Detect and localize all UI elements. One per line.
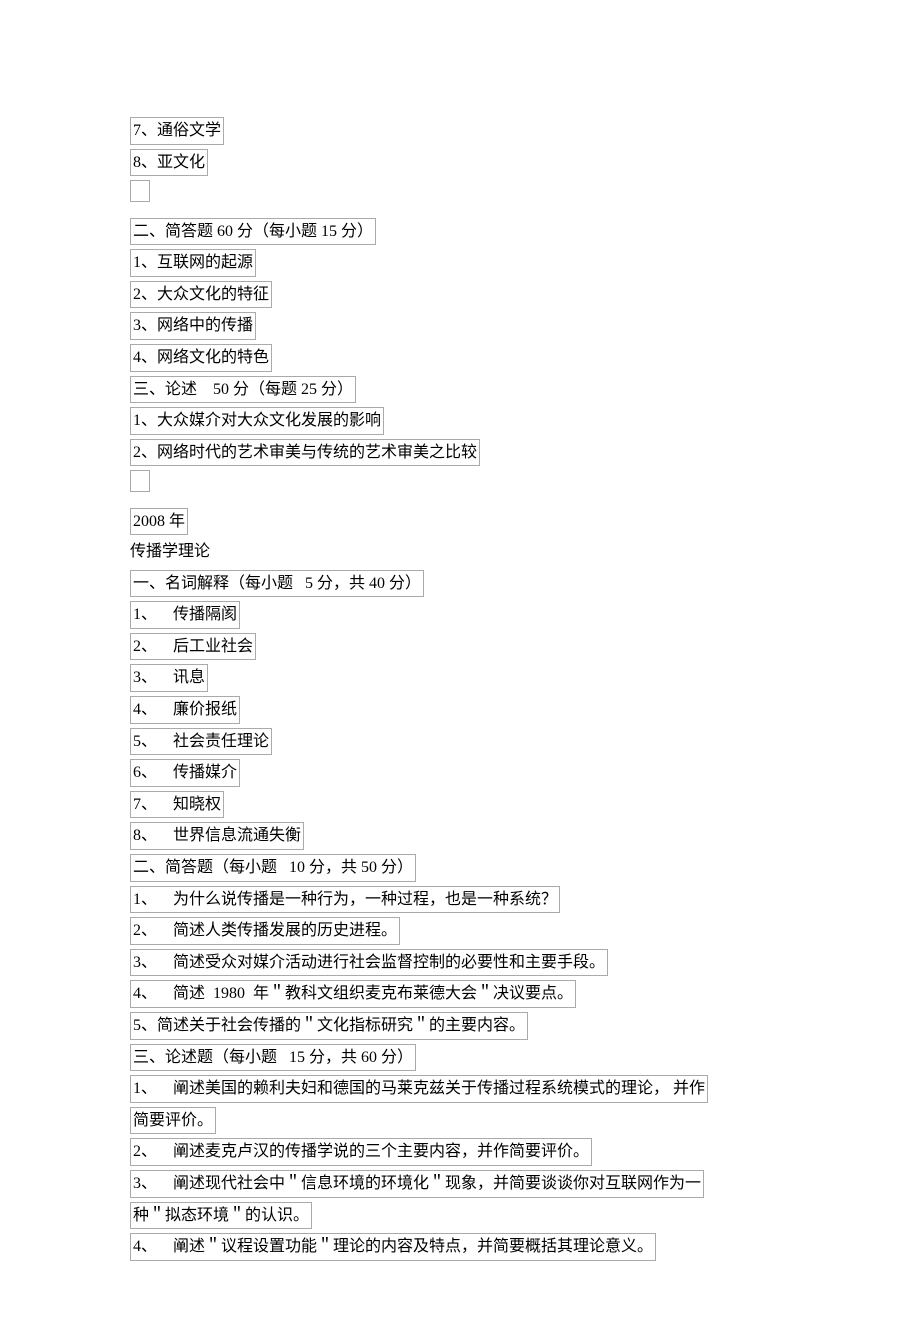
- text-line: [130, 468, 790, 505]
- text-line: 三、论述 50 分（每题 25 分）: [130, 374, 790, 406]
- document-page: 7、通俗文学 8、亚文化二、简答题 60 分（每小题 15 分） 1、互联网的起源 2…: [0, 0, 920, 1323]
- text-box: 一、名词解释（每小题 5 分，共 40 分）: [130, 570, 424, 598]
- text-box: 三、论述题（每小题 15 分，共 60 分）: [130, 1044, 416, 1072]
- text-line: 4、 廉价报纸: [130, 694, 790, 726]
- text-line: 传播学理论: [130, 537, 790, 567]
- text-line: 3、 讯息: [130, 662, 790, 694]
- text-box: 二、简答题 60 分（每小题 15 分）: [130, 218, 376, 246]
- text-line: 4、 阐述＂议程设置功能＂理论的内容及特点，并简要概括其理论意义。: [130, 1231, 790, 1263]
- text-line: 7、 知晓权: [130, 789, 790, 821]
- text-line: 2、 阐述麦克卢汉的传播学说的三个主要内容，并作简要评价。: [130, 1136, 790, 1168]
- text-box: 1、 阐述美国的赖利夫妇和德国的马莱克兹关于传播过程系统模式的理论， 并作: [130, 1075, 708, 1103]
- text-line: 3、 阐述现代社会中＂信息环境的环境化＂现象，并简要谈谈你对互联网作为一: [130, 1168, 790, 1200]
- text-box: 3、 讯息: [130, 664, 208, 692]
- text-line: 三、论述题（每小题 15 分，共 60 分）: [130, 1042, 790, 1074]
- text-box: 3、网络中的传播: [130, 312, 256, 340]
- text-line: 简要评价。: [130, 1105, 790, 1137]
- text-line: 2、大众文化的特征: [130, 279, 790, 311]
- text-box: 3、 简述受众对媒介活动进行社会监督控制的必要性和主要手段。: [130, 949, 608, 977]
- text-box: 4、网络文化的特色: [130, 344, 272, 372]
- text-content: 传播学理论: [130, 543, 210, 560]
- text-box: 1、 为什么说传播是一种行为，一种过程，也是一种系统？: [130, 886, 560, 914]
- text-line: 1、 阐述美国的赖利夫妇和德国的马莱克兹关于传播过程系统模式的理论， 并作: [130, 1073, 790, 1105]
- text-line: 5、简述关于社会传播的＂文化指标研究＂的主要内容。: [130, 1010, 790, 1042]
- text-line: 1、 传播隔阂: [130, 599, 790, 631]
- text-box: 4、 廉价报纸: [130, 696, 240, 724]
- text-box: 5、简述关于社会传播的＂文化指标研究＂的主要内容。: [130, 1012, 528, 1040]
- text-line: 种＂拟态环境＂的认识。: [130, 1200, 790, 1232]
- text-box: 5、 社会责任理论: [130, 728, 272, 756]
- text-box: 种＂拟态环境＂的认识。: [130, 1202, 312, 1230]
- text-line: 2、 后工业社会: [130, 631, 790, 663]
- text-line: 3、网络中的传播: [130, 310, 790, 342]
- empty-box: [130, 180, 150, 202]
- text-box: 4、 简述 1980 年＂教科文组织麦克布莱德大会＂决议要点。: [130, 980, 576, 1008]
- text-line: 6、 传播媒介: [130, 757, 790, 789]
- text-box: 2、网络时代的艺术审美与传统的艺术审美之比较: [130, 439, 480, 467]
- text-box: 4、 阐述＂议程设置功能＂理论的内容及特点，并简要概括其理论意义。: [130, 1233, 656, 1261]
- text-box: 2008 年: [130, 508, 188, 536]
- text-box: 7、 知晓权: [130, 791, 224, 819]
- text-box: 1、大众媒介对大众文化发展的影响: [130, 407, 384, 435]
- text-line: 1、 为什么说传播是一种行为，一种过程，也是一种系统？: [130, 884, 790, 916]
- text-box: 1、互联网的起源: [130, 249, 256, 277]
- text-box: 二、简答题（每小题 10 分，共 50 分）: [130, 854, 416, 882]
- text-box: 6、 传播媒介: [130, 759, 240, 787]
- text-box: 2、 阐述麦克卢汉的传播学说的三个主要内容，并作简要评价。: [130, 1138, 592, 1166]
- text-line: 4、网络文化的特色: [130, 342, 790, 374]
- text-line: 2008 年: [130, 506, 790, 538]
- text-box: 8、亚文化: [130, 149, 208, 177]
- text-box: 简要评价。: [130, 1107, 216, 1135]
- text-box: 2、 后工业社会: [130, 633, 256, 661]
- text-line: 二、简答题（每小题 10 分，共 50 分）: [130, 852, 790, 884]
- text-line: 4、 简述 1980 年＂教科文组织麦克布莱德大会＂决议要点。: [130, 978, 790, 1010]
- text-line: [130, 178, 790, 215]
- text-box: 1、 传播隔阂: [130, 601, 240, 629]
- text-box: 3、 阐述现代社会中＂信息环境的环境化＂现象，并简要谈谈你对互联网作为一: [130, 1170, 704, 1198]
- text-box: 7、通俗文学: [130, 117, 224, 145]
- text-box: 三、论述 50 分（每题 25 分）: [130, 376, 356, 404]
- empty-box: [130, 470, 150, 492]
- text-line: 1、互联网的起源: [130, 247, 790, 279]
- text-box: 8、 世界信息流通失衡: [130, 822, 304, 850]
- text-line: 5、 社会责任理论: [130, 726, 790, 758]
- text-line: 2、 简述人类传播发展的历史进程。: [130, 915, 790, 947]
- text-line: 二、简答题 60 分（每小题 15 分）: [130, 216, 790, 248]
- text-line: 7、通俗文学: [130, 115, 790, 147]
- text-line: 1、大众媒介对大众文化发展的影响: [130, 405, 790, 437]
- text-line: 3、 简述受众对媒介活动进行社会监督控制的必要性和主要手段。: [130, 947, 790, 979]
- text-box: 2、大众文化的特征: [130, 281, 272, 309]
- text-box: 2、 简述人类传播发展的历史进程。: [130, 917, 400, 945]
- text-line: 一、名词解释（每小题 5 分，共 40 分）: [130, 568, 790, 600]
- text-line: 8、 世界信息流通失衡: [130, 820, 790, 852]
- text-line: 2、网络时代的艺术审美与传统的艺术审美之比较: [130, 437, 790, 469]
- text-line: 8、亚文化: [130, 147, 790, 179]
